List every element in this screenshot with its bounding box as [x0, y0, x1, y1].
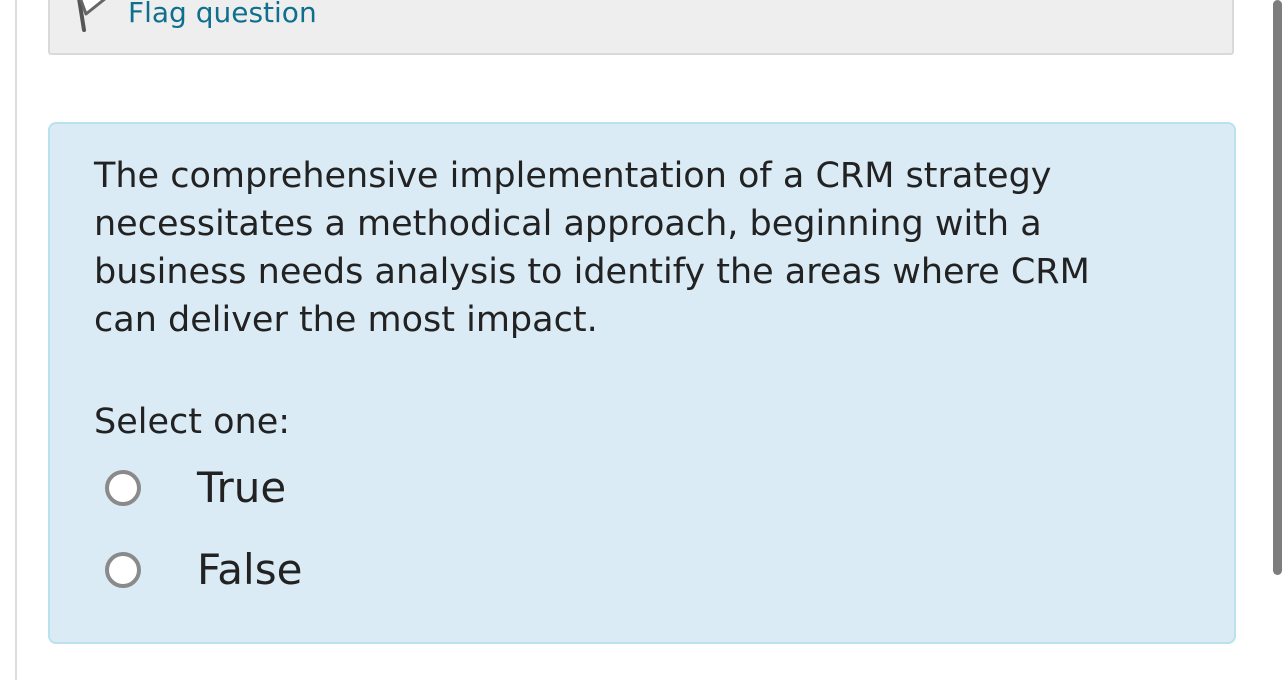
page-left-border: [15, 0, 17, 680]
flag-icon[interactable]: [72, 0, 112, 32]
question-text: The comprehensive implementation of a CR…: [94, 156, 1090, 340]
answer-option-true[interactable]: True: [105, 463, 286, 513]
scrollbar-track[interactable]: [1272, 0, 1284, 680]
radio-unchecked-icon[interactable]: [105, 470, 141, 506]
answer-prompt: Select one:: [94, 402, 291, 442]
flag-question-link[interactable]: Flag question: [128, 0, 317, 30]
option-label-true[interactable]: True: [197, 463, 286, 513]
radio-unchecked-icon[interactable]: [105, 552, 141, 588]
question-info-panel: Flag question: [48, 0, 1234, 55]
option-label-false[interactable]: False: [197, 545, 302, 595]
scrollbar-thumb[interactable]: [1273, 0, 1282, 575]
question-content-panel: The comprehensive implementation of a CR…: [48, 122, 1236, 644]
answer-option-false[interactable]: False: [105, 545, 302, 595]
